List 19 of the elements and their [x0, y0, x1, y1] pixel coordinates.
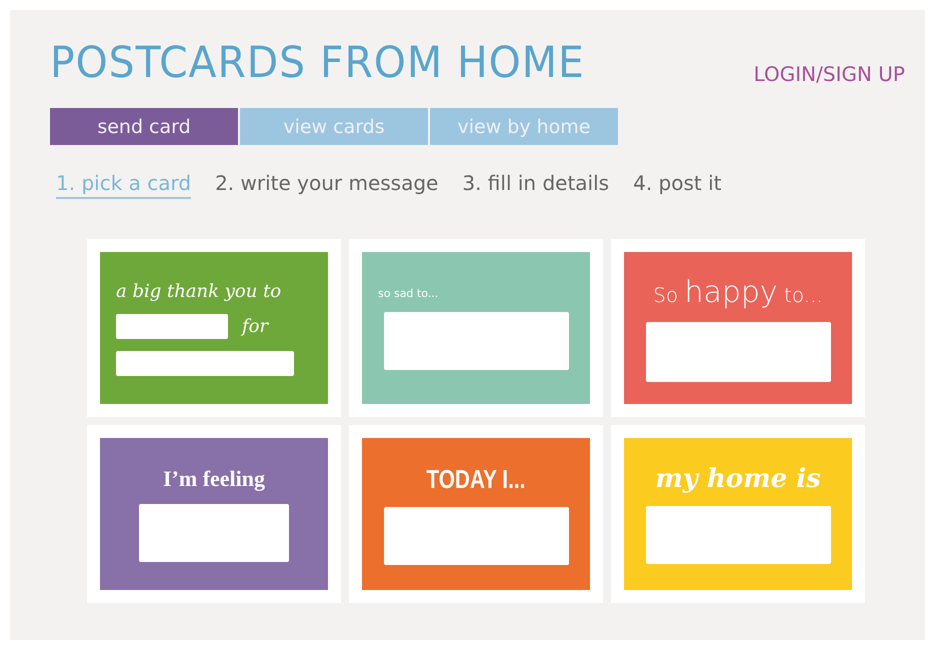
card-caption: TODAY I...: [426, 464, 526, 494]
step-link[interactable]: 4. post it: [633, 171, 722, 199]
step-link[interactable]: 1. pick a card: [56, 171, 192, 199]
postcard[interactable]: a big thank you to for: [100, 252, 328, 404]
site-title: POSTCARDS FROM HOME: [50, 38, 585, 88]
postcard[interactable]: so sad to...: [362, 252, 590, 404]
postcard[interactable]: TODAY I...: [362, 438, 590, 590]
postcard[interactable]: So happy to...: [624, 252, 852, 404]
step-link[interactable]: 2. write your message: [215, 171, 438, 199]
card-caption: a big thank you to: [116, 280, 282, 302]
login-link[interactable]: LOGIN/SIGN UP: [754, 62, 905, 86]
card-caption: I’m feeling: [162, 466, 266, 492]
card-caption: my home is: [655, 464, 821, 494]
card-caption: So happy to...: [653, 274, 823, 310]
card-caption: for: [242, 316, 268, 336]
card-caption: so sad to...: [378, 286, 438, 300]
nav-tab[interactable]: send card: [50, 108, 238, 145]
postcard[interactable]: I’m feeling: [100, 438, 328, 590]
step-link[interactable]: 3. fill in details: [462, 171, 610, 199]
